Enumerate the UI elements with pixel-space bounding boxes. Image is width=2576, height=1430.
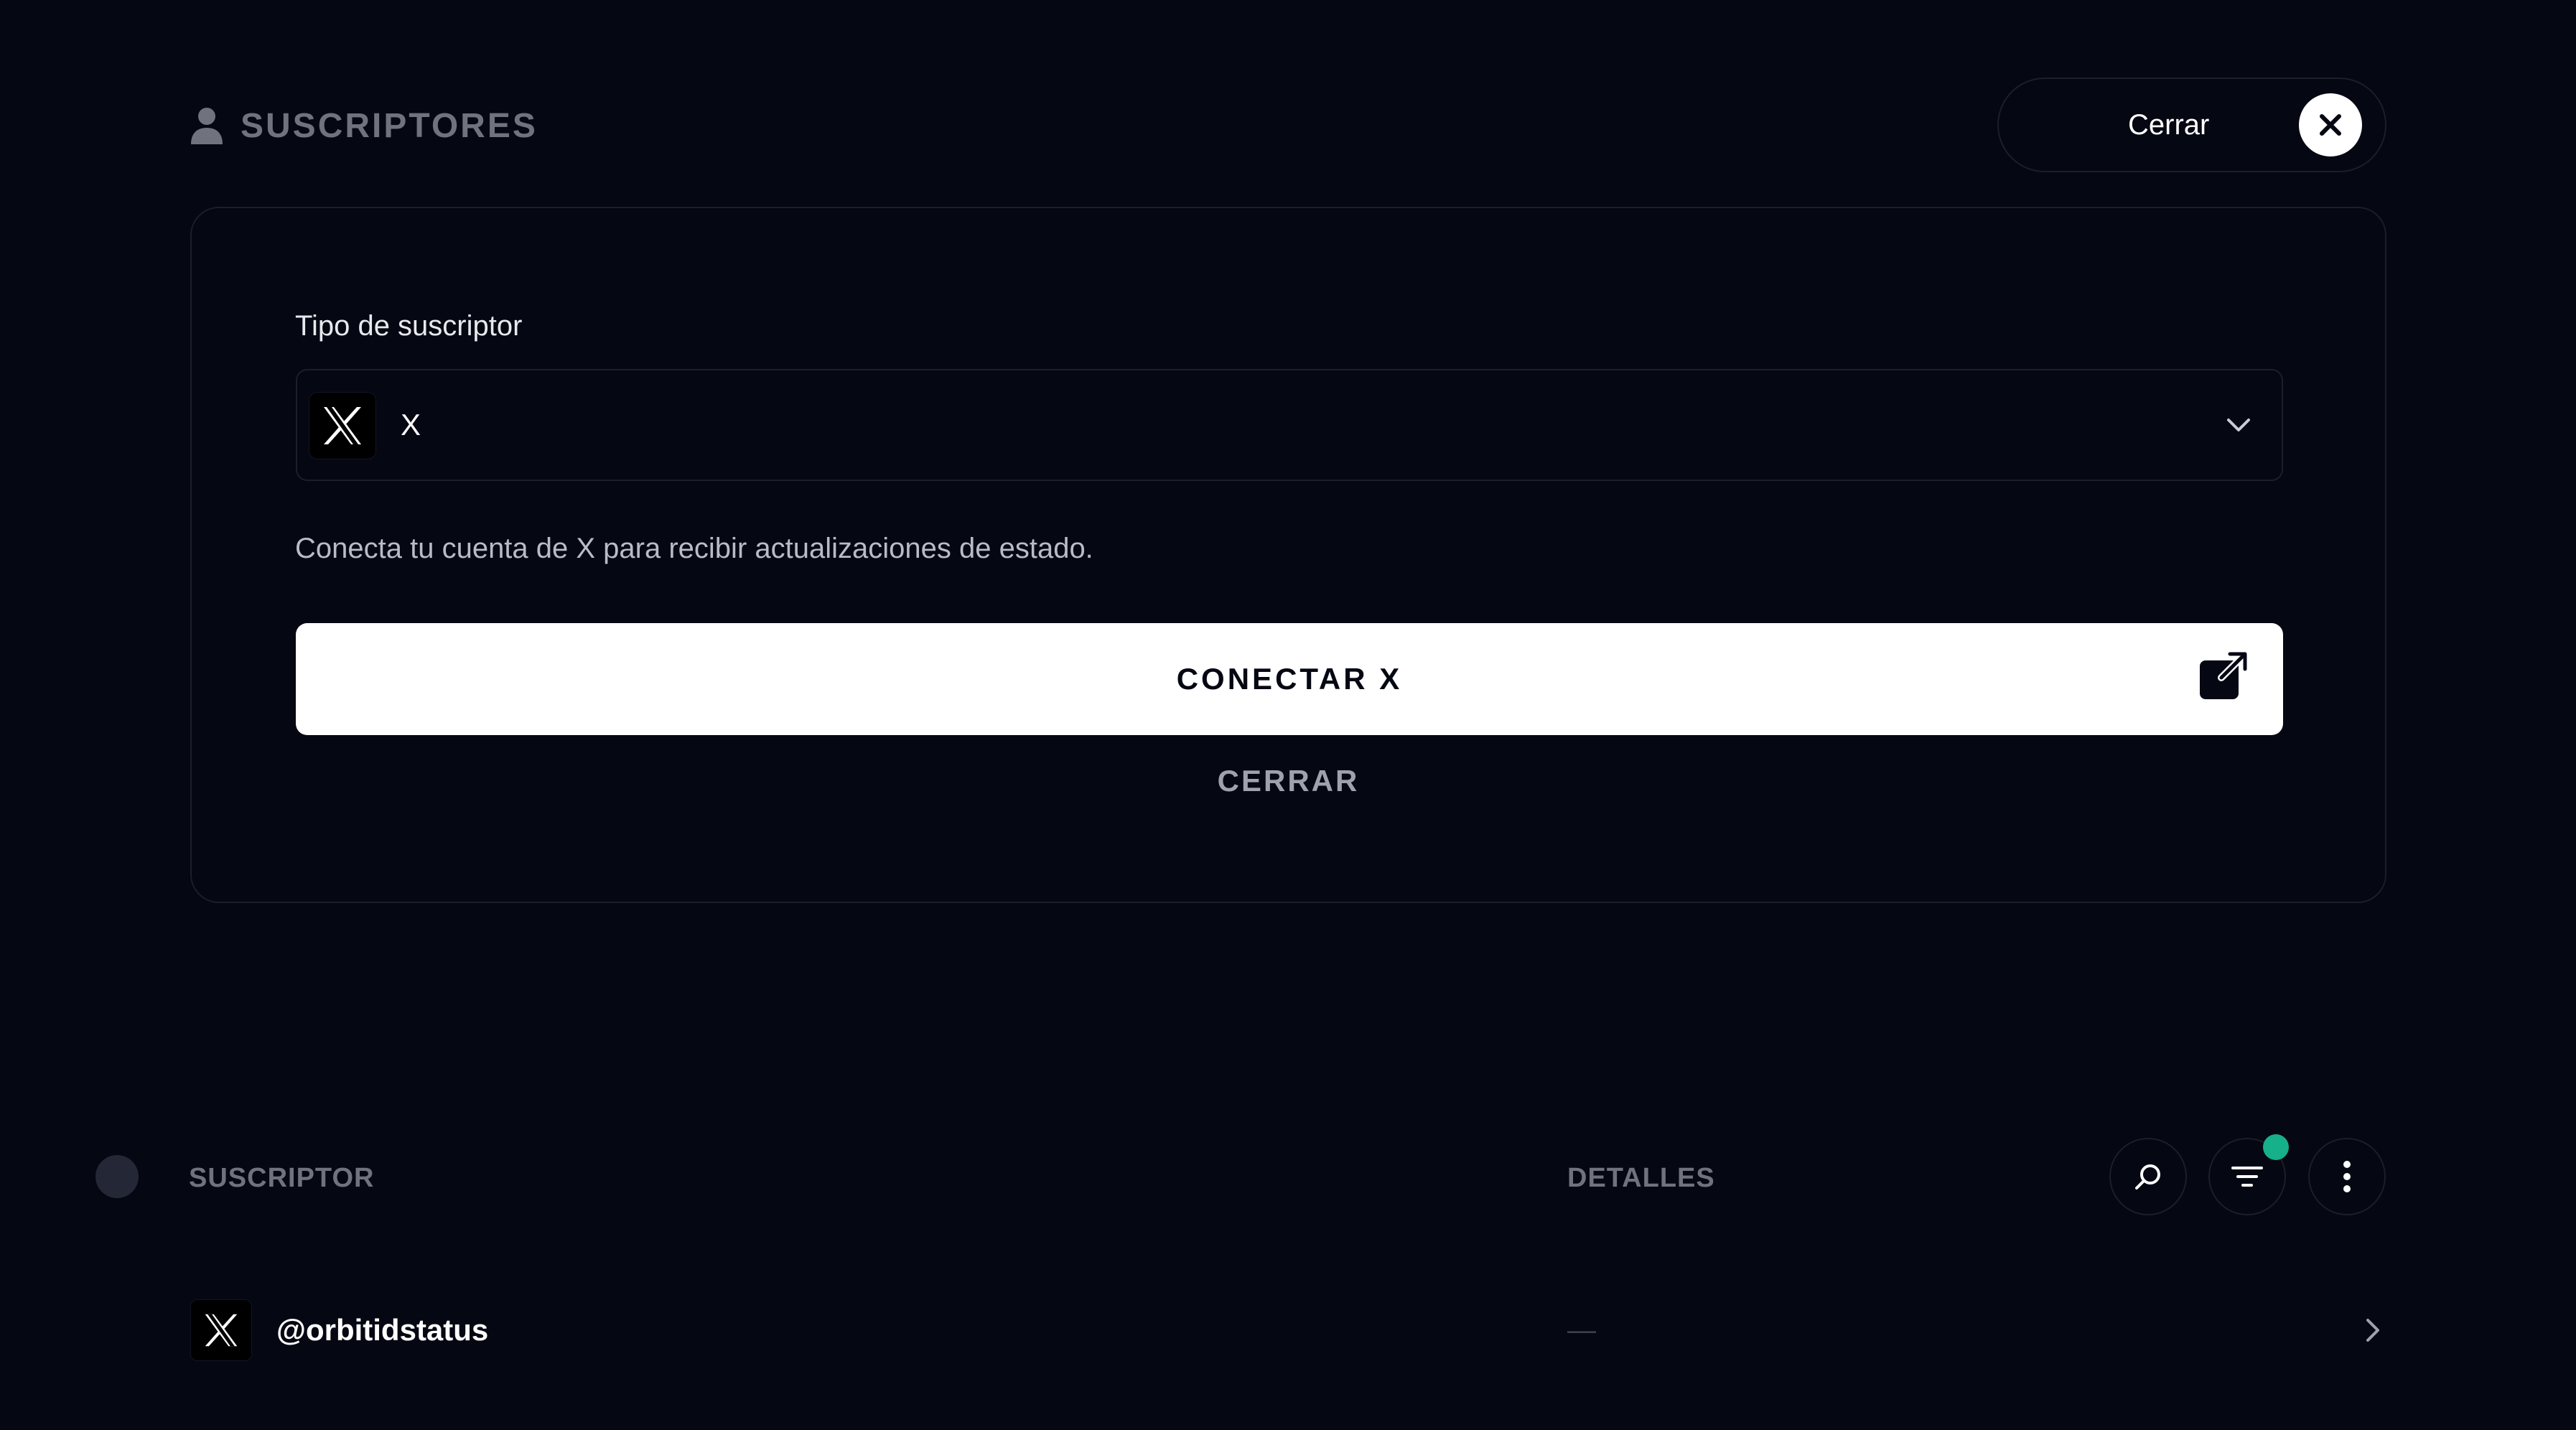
page-title: SUSCRIPTORES [241, 106, 538, 145]
x-logo-icon [309, 392, 376, 459]
subscriber-form-card: Tipo de suscriptor X Conecta tu cuenta d… [190, 207, 2386, 903]
column-header-subscriber[interactable]: SUSCRIPTOR [189, 1158, 374, 1198]
user-icon [191, 108, 223, 144]
subscriber-details: — [1567, 1314, 1596, 1346]
table-row[interactable]: @orbitidstatus — [190, 1299, 2386, 1368]
connect-x-label: CONECTAR X [1176, 662, 1403, 696]
search-button[interactable] [2109, 1138, 2187, 1215]
search-icon [2135, 1164, 2160, 1190]
more-vertical-icon [2343, 1161, 2351, 1192]
subscriber-type-label: Tipo de suscriptor [295, 310, 523, 342]
subscriber-handle: @orbitidstatus [276, 1313, 489, 1347]
subscriber-type-select[interactable]: X [296, 369, 2283, 481]
page-header: SUSCRIPTORES [190, 104, 538, 147]
close-icon[interactable] [2299, 93, 2362, 156]
filter-icon [2231, 1167, 2263, 1187]
chevron-right-icon[interactable] [2358, 1316, 2386, 1345]
external-link-icon [2200, 651, 2248, 699]
more-options-button[interactable] [2308, 1138, 2386, 1215]
filter-active-badge [2263, 1134, 2289, 1160]
close-panel-label: Cerrar [2128, 109, 2210, 141]
subscriber-type-value: X [401, 408, 421, 441]
chevron-down-icon [2227, 419, 2250, 431]
column-header-details[interactable]: DETALLES [1567, 1158, 1715, 1198]
x-logo-icon [190, 1299, 252, 1361]
connect-description: Conecta tu cuenta de X para recibir actu… [295, 533, 1093, 564]
select-all-checkbox[interactable] [95, 1155, 139, 1198]
cancel-button[interactable]: CERRAR [192, 764, 2385, 798]
connect-x-button[interactable]: CONECTAR X [296, 623, 2283, 735]
close-panel-button[interactable]: Cerrar [1997, 78, 2386, 172]
